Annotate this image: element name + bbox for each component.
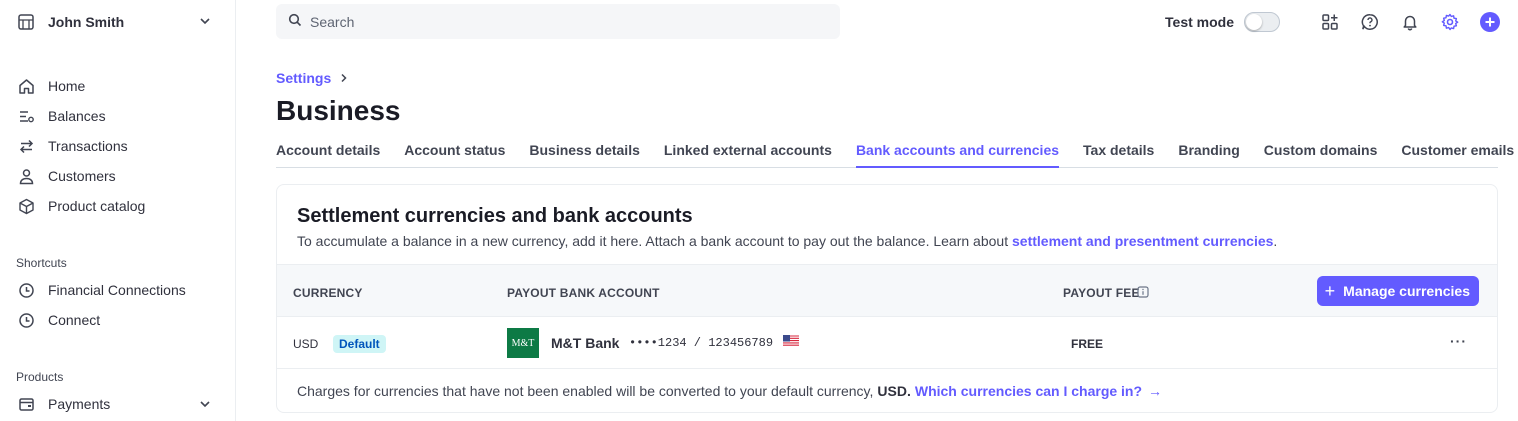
- account-switcher[interactable]: John Smith: [16, 10, 216, 34]
- info-icon[interactable]: [1137, 285, 1149, 301]
- settlement-currencies-card: Settlement currencies and bank accounts …: [276, 184, 1498, 413]
- bank-logo: M&T: [507, 328, 539, 358]
- nav-item-connect[interactable]: Connect: [16, 305, 220, 335]
- apps-icon[interactable]: [1320, 12, 1340, 32]
- chevron-right-icon: [339, 70, 349, 86]
- sidebar: John Smith Home Balances Transactions Cu…: [0, 0, 236, 421]
- create-plus-icon[interactable]: [1480, 12, 1500, 32]
- nav-item-transactions[interactable]: Transactions: [16, 131, 220, 161]
- toggle-knob: [1246, 14, 1262, 30]
- default-badge: Default: [333, 335, 386, 353]
- main-nav: Home Balances Transactions Customers Pro…: [16, 71, 220, 221]
- column-currency: CURRENCY: [293, 286, 363, 300]
- tab-business-details[interactable]: Business details: [529, 140, 640, 168]
- nav-label: Balances: [48, 108, 106, 124]
- breadcrumb-settings-link[interactable]: Settings: [276, 70, 331, 86]
- tab-customer-emails[interactable]: Customer emails: [1401, 140, 1514, 168]
- nav-item-payments[interactable]: Payments: [16, 389, 220, 419]
- page-title: Business: [276, 95, 401, 126]
- chevron-down-icon[interactable]: [198, 14, 212, 31]
- balances-icon: [16, 106, 36, 126]
- default-currency: USD.: [877, 383, 911, 399]
- test-mode-toggle[interactable]: [1244, 12, 1280, 32]
- store-icon: [16, 12, 36, 32]
- shortcuts-nav: Financial Connections Connect: [16, 275, 220, 335]
- more-actions-icon[interactable]: ···: [1450, 333, 1467, 349]
- manage-currencies-button[interactable]: + Manage currencies: [1316, 276, 1479, 306]
- nav-item-product-catalog[interactable]: Product catalog: [16, 191, 220, 221]
- nav-item-customers[interactable]: Customers: [16, 161, 220, 191]
- bank-account-number: ••••1234 / 123456789: [629, 336, 774, 350]
- manage-currencies-label: Manage currencies: [1343, 283, 1470, 299]
- nav-label: Customers: [48, 168, 116, 184]
- bell-icon[interactable]: [1400, 12, 1420, 32]
- search-bar[interactable]: [276, 4, 840, 39]
- help-icon[interactable]: [1360, 12, 1380, 32]
- tab-custom-domains[interactable]: Custom domains: [1264, 140, 1378, 168]
- arrow-right-icon[interactable]: →: [1148, 383, 1162, 399]
- settings-tabs: Account details Account status Business …: [276, 140, 1514, 168]
- nav-label: Financial Connections: [48, 282, 186, 298]
- table-row[interactable]: USD Default M&T M&T Bank ••••1234 / 1234…: [277, 317, 1497, 369]
- test-mode-label: Test mode: [1165, 14, 1234, 30]
- nav-item-financial-connections[interactable]: Financial Connections: [16, 275, 220, 305]
- nav-item-home[interactable]: Home: [16, 71, 220, 101]
- which-currencies-link[interactable]: Which currencies can I charge in?: [915, 383, 1142, 399]
- column-payout-fee: PAYOUT FEE: [1063, 286, 1140, 300]
- nav-label: Payments: [48, 396, 111, 412]
- product-catalog-icon: [16, 196, 36, 216]
- tab-branding[interactable]: Branding: [1178, 140, 1239, 168]
- footer-note: Charges for currencies that have not bee…: [297, 383, 1162, 399]
- row-currency: USD: [293, 337, 319, 351]
- clock-icon: [16, 280, 36, 300]
- customers-icon: [16, 166, 36, 186]
- nav-label: Transactions: [48, 138, 128, 154]
- nav-item-balances[interactable]: Balances: [16, 101, 220, 131]
- shortcuts-heading: Shortcuts: [16, 256, 67, 270]
- nav-label: Product catalog: [48, 198, 146, 214]
- bank-name: M&T Bank: [551, 335, 620, 351]
- us-flag-icon: [783, 334, 799, 347]
- payout-fee-value: FREE: [1071, 337, 1104, 351]
- plus-icon: +: [1324, 281, 1336, 301]
- topbar-actions: Test mode: [1165, 10, 1500, 34]
- account-name: John Smith: [48, 14, 125, 30]
- card-title: Settlement currencies and bank accounts: [297, 205, 693, 227]
- footer-text: Charges for currencies that have not bee…: [297, 383, 874, 399]
- products-heading: Products: [16, 370, 64, 384]
- tab-linked-external-accounts[interactable]: Linked external accounts: [664, 140, 832, 168]
- gear-icon[interactable]: [1440, 12, 1460, 32]
- nav-label: Connect: [48, 312, 101, 328]
- table-header: CURRENCY PAYOUT BANK ACCOUNT PAYOUT FEE …: [277, 264, 1497, 317]
- clock-icon: [16, 310, 36, 330]
- products-nav: Payments: [16, 389, 220, 419]
- card-description: To accumulate a balance in a new currenc…: [297, 233, 1277, 249]
- home-icon: [16, 76, 36, 96]
- tab-account-status[interactable]: Account status: [404, 140, 505, 168]
- tab-bank-accounts-and-currencies[interactable]: Bank accounts and currencies: [855, 140, 1060, 168]
- description-end: .: [1273, 233, 1278, 249]
- description-text: To accumulate a balance in a new currenc…: [297, 233, 1009, 249]
- search-icon: [288, 13, 302, 30]
- transactions-icon: [16, 136, 36, 156]
- tab-account-details[interactable]: Account details: [276, 140, 380, 168]
- search-input[interactable]: [310, 13, 810, 30]
- settlement-currencies-link[interactable]: settlement and presentment currencies: [1012, 233, 1273, 249]
- nav-label: Home: [48, 78, 86, 94]
- payments-icon: [16, 394, 36, 414]
- breadcrumb: Settings: [276, 70, 349, 86]
- column-payout-bank-account: PAYOUT BANK ACCOUNT: [507, 286, 660, 300]
- chevron-down-icon[interactable]: [198, 397, 212, 414]
- tab-tax-details[interactable]: Tax details: [1083, 140, 1154, 168]
